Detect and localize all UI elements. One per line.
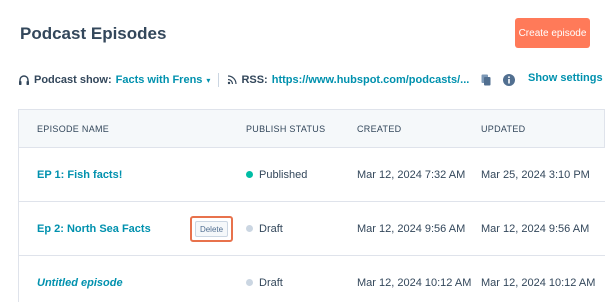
rss-label: RSS: [241,74,268,86]
rss-icon [228,75,238,85]
episodes-table: EPISODE NAME PUBLISH STATUS CREATED UPDA… [18,109,605,302]
updated-date: Mar 12, 2024 10:12 AM [481,276,596,289]
created-date: Mar 12, 2024 9:56 AM [357,222,466,235]
show-settings-link[interactable]: Show settings [528,72,603,84]
publish-status: Draft [259,222,283,235]
divider [218,73,220,87]
chevron-down-icon[interactable]: ▾ [206,76,210,85]
create-episode-button[interactable]: Create episode [515,18,590,48]
podcast-show-dropdown[interactable]: Facts with Frens [116,74,203,86]
column-header-publish-status[interactable]: PUBLISH STATUS [246,124,357,134]
episode-name-link[interactable]: Ep 2: North Sea Facts [37,223,151,235]
created-date: Mar 12, 2024 10:12 AM [357,276,472,289]
delete-highlight: Delete [190,216,233,242]
created-date: Mar 12, 2024 7:32 AM [357,168,466,181]
publish-status: Published [259,168,308,181]
updated-date: Mar 12, 2024 9:56 AM [481,222,590,235]
updated-date: Mar 25, 2024 3:10 PM [481,168,590,181]
episode-name-link[interactable]: Untitled episode [37,277,123,289]
info-icon[interactable] [503,74,516,86]
copy-icon[interactable] [481,74,491,86]
table-header: EPISODE NAME PUBLISH STATUS CREATED UPDA… [18,109,605,148]
publish-status: Draft [259,276,283,289]
table-row: EP 1: Fish facts! Published Mar 12, 2024… [18,148,605,202]
delete-button[interactable]: Delete [195,221,228,237]
page-title: Podcast Episodes [20,24,167,43]
status-dot [246,171,253,178]
table-row: Untitled episode Draft Mar 12, 2024 10:1… [18,256,605,302]
column-header-episode-name[interactable]: EPISODE NAME [19,110,246,147]
status-dot [246,225,253,232]
headphones-icon [19,75,29,85]
podcast-show-bar: Podcast show: Facts with Frens ▾ RSS: ht… [18,70,595,90]
status-dot [246,279,253,286]
table-row: Ep 2: North Sea Facts Delete Draft Mar 1… [18,202,605,256]
column-header-updated[interactable]: UPDATED [481,124,604,134]
podcast-show-label: Podcast show: [34,74,112,86]
column-header-created[interactable]: CREATED [357,124,481,134]
episode-name-link[interactable]: EP 1: Fish facts! [37,169,122,181]
rss-url-link[interactable]: https://www.hubspot.com/podcasts/... [272,74,470,86]
